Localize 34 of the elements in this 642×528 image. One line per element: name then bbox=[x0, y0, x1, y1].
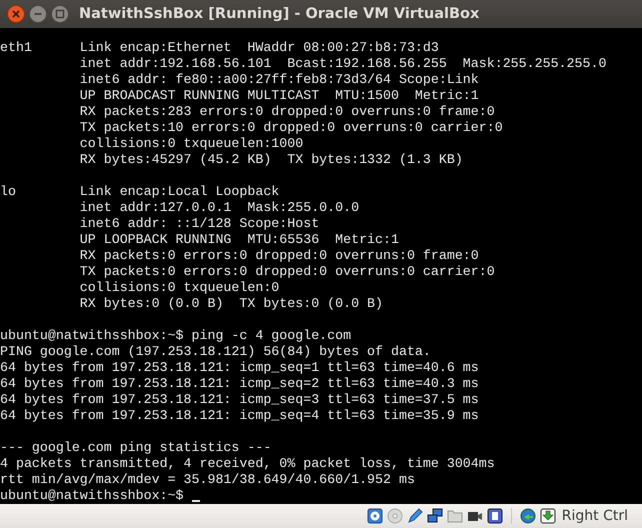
terminal-line: collisions:0 txqueuelen:1000 bbox=[78, 136, 304, 152]
terminal-line: inet addr:127.0.0.1 Mask:255.0.0.0 bbox=[78, 200, 360, 216]
terminal-line: 64 bytes from 197.253.18.121: icmp_seq=3 ttl=63 time=37.5 ms bbox=[0, 392, 479, 408]
close-button[interactable] bbox=[7, 5, 25, 23]
terminal-line: inet addr:192.168.56.101 Bcast:192.168.56.255 Mask:255.255.255.0 bbox=[78, 56, 606, 72]
terminal-line: PING google.com (197.253.18.121) 56(84) bytes of data. bbox=[0, 344, 431, 360]
terminal-line: TX packets:0 errors:0 dropped:0 overruns:0 carrier:0 bbox=[78, 264, 495, 280]
terminal-line: RX bytes:0 (0.0 B) TX bytes:0 (0.0 B) bbox=[78, 296, 384, 312]
minimize-button[interactable] bbox=[29, 5, 47, 23]
terminal-line: UP LOOPBACK RUNNING MTU:65536 Metric:1 bbox=[78, 232, 399, 248]
network-icon[interactable] bbox=[426, 508, 443, 524]
host-key-label: Right Ctrl bbox=[562, 508, 628, 524]
terminal-line: inet6 addr: fe80::a00:27ff:feb8:73d3/64 Scope:Link bbox=[78, 72, 479, 88]
maximize-button[interactable] bbox=[51, 5, 69, 23]
terminal-line: ubuntu@natwithsshbox:~$ ping -c 4 google.com bbox=[0, 328, 352, 344]
terminal-line: 4 packets transmitted, 4 received, 0% packet loss, time 3004ms bbox=[0, 456, 495, 472]
terminal-line: RX packets:0 errors:0 dropped:0 overruns:0 frame:0 bbox=[78, 248, 479, 264]
terminal-line: ubuntu@natwithsshbox:~$ bbox=[0, 488, 184, 504]
terminal-line: TX packets:10 errors:0 dropped:0 overruns:0 carrier:0 bbox=[78, 120, 503, 136]
window-title: NatwithSshBox [Running] - Oracle VM VirtualBox bbox=[79, 6, 480, 22]
pen-icon[interactable] bbox=[406, 508, 423, 524]
terminal-line: rtt min/avg/max/mdev = 35.981/38.649/40.660/1.952 ms bbox=[0, 472, 415, 488]
terminal-line: 64 bytes from 197.253.18.121: icmp_seq=4 ttl=63 time=35.9 ms bbox=[0, 408, 479, 424]
terminal-line: RX bytes:45297 (45.2 KB) TX bytes:1332 (1.3 KB) bbox=[78, 152, 463, 168]
terminal-line: 64 bytes from 197.253.18.121: icmp_seq=2 ttl=63 time=40.3 ms bbox=[0, 376, 479, 392]
terminal-line: collisions:0 txqueuelen:0 bbox=[78, 280, 280, 296]
terminal-line: eth1 Link encap:Ethernet HWaddr 08:00:27:b8:73:d3 bbox=[0, 40, 439, 56]
terminal-line: 64 bytes from 197.253.18.121: icmp_seq=1 ttl=63 time=40.6 ms bbox=[0, 360, 479, 376]
terminal-line: lo Link encap:Local Loopback bbox=[0, 184, 280, 200]
terminal-line: UP BROADCAST RUNNING MULTICAST MTU:1500 Metric:1 bbox=[78, 88, 479, 104]
cursor bbox=[192, 500, 200, 502]
terminal-line: inet6 addr: ::1/128 Scope:Host bbox=[78, 216, 320, 232]
terminal-line: RX packets:283 errors:0 dropped:0 overruns:0 frame:0 bbox=[78, 104, 495, 120]
terminal-line: --- google.com ping statistics --- bbox=[0, 440, 272, 456]
